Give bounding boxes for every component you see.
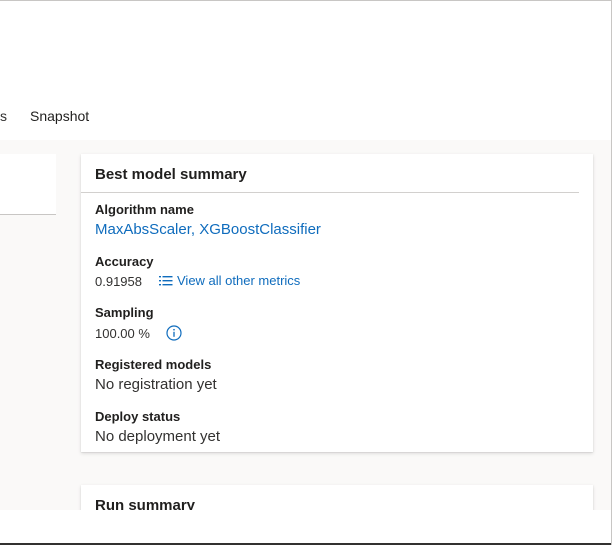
tab-snapshot[interactable]: Snapshot (30, 108, 89, 124)
registered-models-label: Registered models (95, 357, 212, 372)
best-model-summary-title: Best model summary (95, 166, 247, 183)
tab-previous-partial[interactable]: s (0, 108, 7, 124)
info-icon[interactable] (166, 325, 182, 341)
best-model-summary-card: Best model summary Algorithm name MaxAbs… (81, 154, 593, 452)
view-all-metrics-label: View all other metrics (177, 273, 301, 288)
list-icon (159, 275, 173, 285)
sampling-value: 100.00 % (95, 326, 150, 341)
accuracy-label: Accuracy (95, 254, 154, 269)
sampling-label: Sampling (95, 305, 154, 320)
accuracy-value: 0.91958 (95, 274, 142, 289)
deploy-status-value: No deployment yet (95, 428, 221, 445)
card-divider (81, 192, 579, 193)
algorithm-name-link[interactable]: MaxAbsScaler, XGBoostClassifier (95, 221, 321, 238)
algorithm-name-label: Algorithm name (95, 202, 194, 217)
registered-models-value: No registration yet (95, 376, 217, 393)
top-border (0, 0, 612, 1)
bottom-whitespace (0, 510, 611, 543)
deploy-status-label: Deploy status (95, 409, 181, 424)
view-all-metrics-link[interactable]: View all other metrics (159, 273, 300, 288)
left-panel-card (0, 154, 56, 215)
